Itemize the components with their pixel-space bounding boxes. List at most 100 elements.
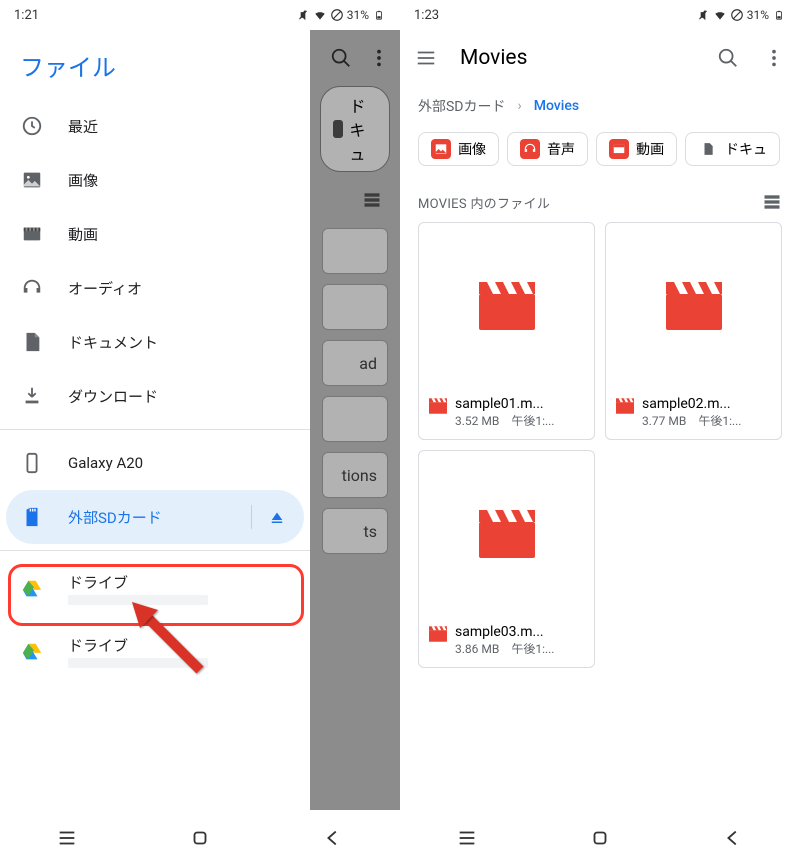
chip-images[interactable]: 画像 — [418, 132, 499, 166]
drive-icon — [20, 577, 44, 601]
file-thumbnail — [419, 451, 594, 616]
download-icon — [20, 384, 44, 408]
drive-account-redacted — [68, 658, 208, 668]
drawer-label: 動画 — [68, 224, 98, 245]
bg-row: tions — [322, 452, 388, 498]
no-signal-icon — [730, 8, 744, 22]
drawer-label: 画像 — [68, 170, 98, 191]
right-screenshot: 1:23 31% Movies 外部SDカード › Movies 画像 音声 動… — [400, 0, 800, 866]
search-icon[interactable] — [716, 46, 740, 70]
search-icon — [330, 47, 352, 69]
file-meta: 3.86 MB 午後1:... — [455, 640, 584, 657]
page-title: Movies — [460, 46, 694, 70]
document-icon — [698, 139, 718, 159]
drawer-label: ドキュメント — [68, 332, 158, 353]
file-meta: 3.52 MB 午後1:... — [455, 412, 584, 429]
file-card[interactable]: sample02.m...3.77 MB 午後1:... — [605, 222, 782, 440]
eject-button[interactable] — [251, 505, 286, 529]
drawer-label: ダウンロード — [68, 386, 158, 407]
drawer-item-sdcard[interactable]: 外部SDカード — [6, 490, 304, 544]
file-meta: 3.77 MB 午後1:... — [642, 412, 771, 429]
mute-icon — [296, 8, 310, 22]
divider — [0, 429, 310, 430]
left-screenshot: 1:21 31% ドキュ ad tions ts — [0, 0, 400, 866]
recents-button[interactable] — [447, 818, 487, 858]
list-view-toggle[interactable] — [762, 192, 782, 212]
list-view-icon — [362, 190, 382, 210]
file-card[interactable]: sample01.m...3.52 MB 午後1:... — [418, 222, 595, 440]
battery-percent: 31% — [347, 8, 369, 22]
drawer-item-audio[interactable]: オーディオ — [0, 261, 310, 315]
filter-chips: 画像 音声 動画 ドキュ — [400, 126, 800, 178]
drawer-label: 外部SDカード — [68, 507, 162, 528]
video-clapper-icon — [479, 282, 535, 330]
chip-videos[interactable]: 動画 — [596, 132, 677, 166]
more-icon — [368, 47, 390, 69]
bg-row — [322, 284, 388, 330]
file-name: sample03.m... — [455, 624, 584, 640]
bg-row: ad — [322, 340, 388, 386]
breadcrumb-current[interactable]: Movies — [534, 98, 579, 114]
video-clapper-icon — [479, 510, 535, 558]
breadcrumb-root[interactable]: 外部SDカード — [418, 96, 506, 116]
image-icon — [431, 139, 451, 159]
mute-icon — [696, 8, 710, 22]
drawer-item-drive[interactable]: ドライブ — [0, 620, 310, 683]
bg-chip-doc: ドキュ — [349, 93, 377, 165]
section-header: MOVIES 内のファイル — [400, 178, 800, 222]
status-time: 1:23 — [414, 8, 439, 23]
bg-row — [322, 396, 388, 442]
status-time: 1:21 — [14, 8, 39, 23]
bg-row — [322, 228, 388, 274]
battery-percent: 31% — [747, 8, 769, 22]
section-title: MOVIES 内のファイル — [418, 193, 550, 212]
audio-icon — [20, 276, 44, 300]
file-thumbnail — [606, 223, 781, 388]
video-icon — [20, 222, 44, 246]
divider — [0, 550, 310, 551]
sdcard-icon — [20, 505, 44, 529]
drawer-label: ドライブ — [68, 635, 208, 656]
audio-icon — [520, 139, 540, 159]
drawer-item-recent[interactable]: 最近 — [0, 99, 310, 153]
home-button[interactable] — [580, 818, 620, 858]
video-clapper-icon — [616, 398, 634, 414]
drive-account-redacted — [68, 595, 208, 605]
back-button[interactable] — [313, 818, 353, 858]
drawer-label: オーディオ — [68, 278, 142, 299]
file-card[interactable]: sample03.m...3.86 MB 午後1:... — [418, 450, 595, 668]
background-dimmed: ドキュ ad tions ts — [310, 30, 400, 810]
file-grid: sample01.m...3.52 MB 午後1:...sample02.m..… — [400, 222, 800, 668]
drawer-item-images[interactable]: 画像 — [0, 153, 310, 207]
drive-icon — [20, 640, 44, 664]
drawer-item-videos[interactable]: 動画 — [0, 207, 310, 261]
drawer-item-downloads[interactable]: ダウンロード — [0, 369, 310, 423]
wifi-icon — [713, 8, 727, 22]
drawer-item-documents[interactable]: ドキュメント — [0, 315, 310, 369]
file-name: sample01.m... — [455, 396, 584, 412]
home-button[interactable] — [180, 818, 220, 858]
recents-button[interactable] — [47, 818, 87, 858]
document-icon — [20, 330, 44, 354]
chevron-right-icon: › — [518, 98, 522, 114]
file-name: sample02.m... — [642, 396, 771, 412]
system-nav-bar — [0, 810, 400, 866]
chip-audio[interactable]: 音声 — [507, 132, 588, 166]
clock-icon — [20, 114, 44, 138]
chip-documents[interactable]: ドキュ — [685, 132, 780, 166]
file-thumbnail — [419, 223, 594, 388]
hamburger-icon[interactable] — [414, 46, 438, 70]
video-clapper-icon — [429, 398, 447, 414]
video-icon — [609, 139, 629, 159]
breadcrumb: 外部SDカード › Movies — [400, 86, 800, 126]
status-bar: 1:21 31% — [0, 0, 400, 30]
battery-icon — [372, 8, 386, 22]
more-icon[interactable] — [762, 46, 786, 70]
drawer-item-device[interactable]: Galaxy A20 — [0, 436, 310, 490]
navigation-drawer: ファイル 最近 画像 動画 オーディオ ドキュメント ダウンロード Ga — [0, 30, 310, 810]
drawer-item-drive[interactable]: ドライブ — [0, 557, 310, 620]
drawer-title: ファイル — [0, 30, 310, 99]
back-button[interactable] — [713, 818, 753, 858]
image-icon — [20, 168, 44, 192]
no-signal-icon — [330, 8, 344, 22]
